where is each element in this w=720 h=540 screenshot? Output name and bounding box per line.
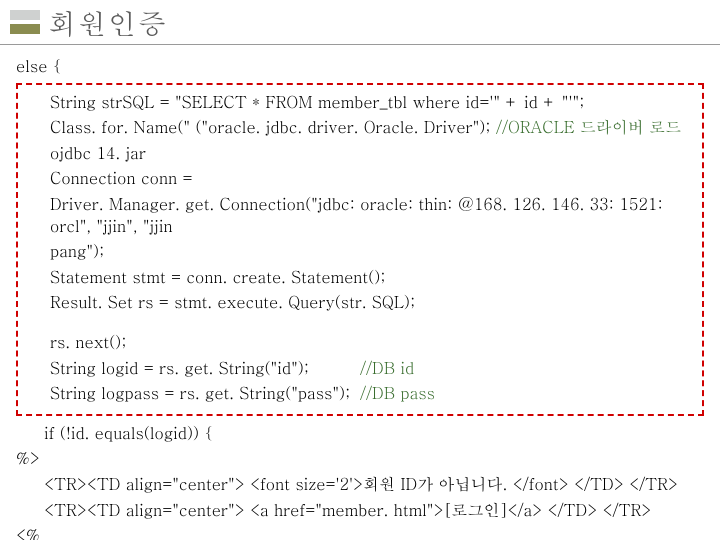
code-comment: //DB id [360, 357, 414, 379]
code-comment: //ORACLE 드라이버 로드 [496, 115, 681, 138]
code-line: String logpass = rs. get. String("pass")… [22, 382, 698, 404]
code-line: %> [16, 447, 704, 469]
code-text: Class. for. Name(" ("oracle. jdbc. drive… [50, 115, 496, 138]
title-divider [0, 44, 720, 45]
title-accent-icon [10, 10, 40, 34]
code-line: ojdbc 14. jar [22, 142, 698, 164]
code-line: else { [16, 55, 704, 77]
code-line: Result. Set rs = stmt. execute. Query(st… [22, 291, 698, 313]
code-line: String logid = rs. get. String("id"); //… [22, 357, 698, 379]
code-line: Class. for. Name(" ("oracle. jdbc. drive… [22, 116, 698, 138]
highlight-box: String strSQL = "SELECT * FROM member_tb… [16, 83, 704, 416]
code-text: String logpass = rs. get. String("pass")… [50, 382, 360, 404]
code-block: else { String strSQL = "SELECT * FROM me… [0, 49, 720, 540]
code-line: if (!id. equals(logid)) { [16, 422, 704, 444]
code-line: rs. next(); [22, 331, 698, 353]
code-line: pang"); [22, 240, 698, 262]
slide-title: 회원인증 [48, 2, 168, 42]
code-line: String strSQL = "SELECT * FROM member_tb… [22, 91, 698, 113]
code-line: Connection conn = [22, 167, 698, 189]
code-text: String logid = rs. get. String("id"); [50, 357, 360, 379]
code-comment: //DB pass [360, 382, 435, 404]
code-line: Statement stmt = conn. create. Statement… [22, 266, 698, 288]
code-line: Driver. Manager. get. Connection("jdbc: … [22, 193, 698, 236]
slide-title-row: 회원인증 [0, 0, 720, 44]
code-line: <TR><TD align="center"> <a href="member.… [16, 499, 704, 521]
code-line: <% [16, 524, 704, 540]
code-line: <TR><TD align="center"> <font size='2'>회… [16, 473, 704, 495]
